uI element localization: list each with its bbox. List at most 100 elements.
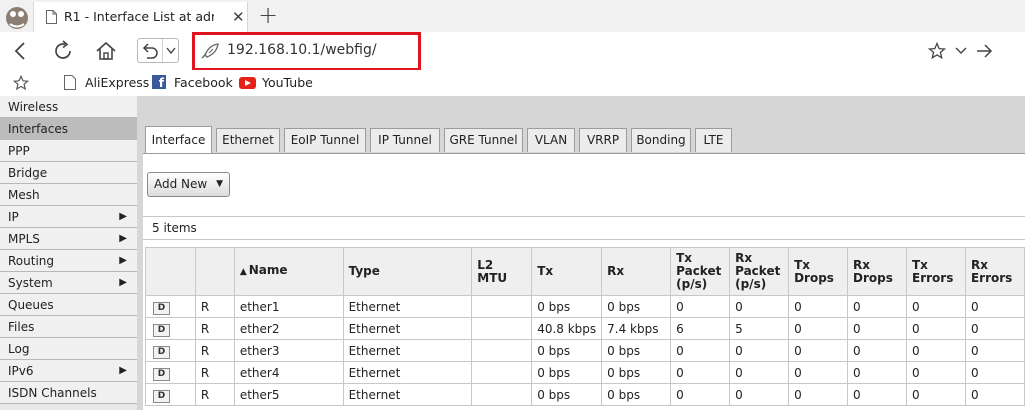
chevron-down-icon[interactable] <box>166 47 176 55</box>
table-cell: 0 bps <box>601 383 672 406</box>
table-cell: 0 <box>847 383 907 406</box>
sidebar-item-routing[interactable]: Routing ▶ <box>0 250 137 272</box>
disable-button[interactable]: D <box>153 367 170 381</box>
table-cell: 0 <box>788 295 849 318</box>
sidebar-item-label: Files <box>8 320 35 334</box>
table-cell: R <box>194 361 235 384</box>
column-header: Rx Drops <box>847 247 907 296</box>
sidebar-item-isdn-channels[interactable]: ISDN Channels <box>0 382 137 404</box>
table-cell: R <box>194 295 235 318</box>
sidebar-item-ipv6[interactable]: IPv6 ▶ <box>0 360 137 382</box>
disable-button[interactable]: D <box>153 301 170 315</box>
url-input[interactable]: 192.168.10.1/webfig/ <box>227 42 377 58</box>
add-new-button[interactable]: Add New ▼ <box>147 172 230 197</box>
browser-logo-icon[interactable] <box>2 2 32 32</box>
tab-lte[interactable]: LTE <box>695 128 732 152</box>
sidebar-item-bridge[interactable]: Bridge <box>0 162 137 184</box>
table-cell: R <box>194 383 235 406</box>
table-cell: 0 <box>847 317 907 340</box>
chevron-right-icon: ▶ <box>119 255 127 266</box>
tab-vlan[interactable]: VLAN <box>527 128 575 152</box>
table-cell: D <box>145 295 196 318</box>
interface-name-link[interactable]: ether5 <box>233 383 344 406</box>
not-secure-icon[interactable] <box>200 42 220 60</box>
interface-name-link[interactable]: ether1 <box>233 295 344 318</box>
tab-title: R1 - Interface List at admin@1 <box>64 9 214 24</box>
table-row[interactable]: D Rether3 Ethernet 0 bps 0 bps 0 0 0 0 0 0 <box>145 339 1025 362</box>
tab-gre-tunnel[interactable]: GRE Tunnel <box>444 128 523 152</box>
column-header-label: Name <box>248 263 288 277</box>
close-tab-icon[interactable]: ✕ <box>232 8 245 26</box>
home-icon[interactable] <box>94 39 118 63</box>
sidebar-item-log[interactable]: Log <box>0 338 137 360</box>
sidebar-item-wireless[interactable]: Wireless <box>0 96 137 118</box>
sidebar-item-system[interactable]: System ▶ <box>0 272 137 294</box>
column-header-label: Tx <box>537 264 554 278</box>
bookmark-facebook[interactable]: Facebook <box>174 75 233 90</box>
sidebar-item-mesh[interactable]: Mesh <box>0 184 137 206</box>
column-header: Tx <box>531 247 603 296</box>
tab-interface[interactable]: Interface <box>145 126 212 154</box>
table-cell: 0 <box>788 383 849 406</box>
table-row[interactable]: D Rether5 Ethernet 0 bps 0 bps 0 0 0 0 0 0 <box>145 383 1025 406</box>
column-header-label: Rx <box>607 264 625 278</box>
table-cell: 0 <box>964 317 1025 340</box>
table-cell: R <box>194 339 235 362</box>
navigation-bar: 192.168.10.1/webfig/ <box>0 32 1025 71</box>
add-new-label: Add New <box>154 177 208 191</box>
interface-name-link[interactable]: ether2 <box>233 317 344 340</box>
sidebar-item-label: ISDN Channels <box>8 386 97 400</box>
table-cell: Ethernet <box>342 339 473 362</box>
table-cell <box>471 361 533 384</box>
sidebar-item-label: Routing <box>8 254 55 268</box>
table-cell: D <box>145 339 196 362</box>
table-cell: 0 <box>729 339 790 362</box>
column-header-label: Tx Packet (p/s) <box>676 251 722 291</box>
tab-eoip-tunnel[interactable]: EoIP Tunnel <box>284 128 366 152</box>
sidebar-item-queues[interactable]: Queues <box>0 294 137 316</box>
table-row[interactable]: D Rether2 Ethernet 40.8 kbps 7.4 kbps 6 5 0 0 0 0 <box>145 317 1025 340</box>
back-icon[interactable] <box>9 39 33 63</box>
disable-button[interactable]: D <box>153 389 170 403</box>
chevron-right-icon: ▶ <box>119 233 127 244</box>
interface-name-link[interactable]: ether4 <box>233 361 344 384</box>
sidebar-item-ppp[interactable]: PPP <box>0 140 137 162</box>
sidebar-item-mpls[interactable]: MPLS ▶ <box>0 228 137 250</box>
interface-name-link[interactable]: ether3 <box>233 339 344 362</box>
table-cell: 0 <box>788 339 849 362</box>
tab-vrrp[interactable]: VRRP <box>579 128 627 152</box>
table-cell <box>471 339 533 362</box>
table-cell: 0 <box>670 383 731 406</box>
bookmark-aliexpress[interactable]: AliExpress <box>85 75 149 90</box>
reload-icon[interactable] <box>51 39 75 63</box>
column-header: Tx Packet (p/s) <box>670 247 731 296</box>
undo-icon[interactable] <box>141 41 160 60</box>
sidebar-item-files[interactable]: Files <box>0 316 137 338</box>
undo-split-button[interactable] <box>137 38 179 63</box>
column-header: Rx Packet (p/s) <box>729 247 790 296</box>
column-header-label: Tx Drops <box>794 257 834 285</box>
column-header[interactable]: ▲ Name <box>233 247 344 296</box>
table-cell: 5 <box>729 317 790 340</box>
chevron-down-icon[interactable] <box>955 47 967 55</box>
disable-button[interactable]: D <box>153 323 170 337</box>
column-header-label: Rx Drops <box>853 257 893 285</box>
tab-ethernet[interactable]: Ethernet <box>216 128 280 152</box>
sidebar-item-ip[interactable]: IP ▶ <box>0 206 137 228</box>
sidebar-item-interfaces[interactable]: Interfaces <box>0 118 137 140</box>
tab-bonding[interactable]: Bonding <box>631 128 691 152</box>
new-tab-button[interactable]: + <box>258 3 278 27</box>
star-icon[interactable] <box>928 42 946 60</box>
table-cell: 0 <box>788 317 849 340</box>
table-cell: 0 <box>964 295 1025 318</box>
table-row[interactable]: D Rether4 Ethernet 0 bps 0 bps 0 0 0 0 0 0 <box>145 361 1025 384</box>
table-row[interactable]: D Rether1 Ethernet 0 bps 0 bps 0 0 0 0 0 0 <box>145 295 1025 318</box>
bookmark-star-icon[interactable] <box>13 75 29 91</box>
tab-ip-tunnel[interactable]: IP Tunnel <box>370 128 440 152</box>
table-cell: 0 bps <box>601 339 672 362</box>
bookmark-youtube[interactable]: YouTube <box>262 75 313 90</box>
table-cell: 0 <box>906 317 966 340</box>
browser-tab[interactable]: R1 - Interface List at admin@1 ✕ <box>33 2 248 32</box>
disable-button[interactable]: D <box>153 345 170 359</box>
forward-icon[interactable] <box>976 43 993 59</box>
